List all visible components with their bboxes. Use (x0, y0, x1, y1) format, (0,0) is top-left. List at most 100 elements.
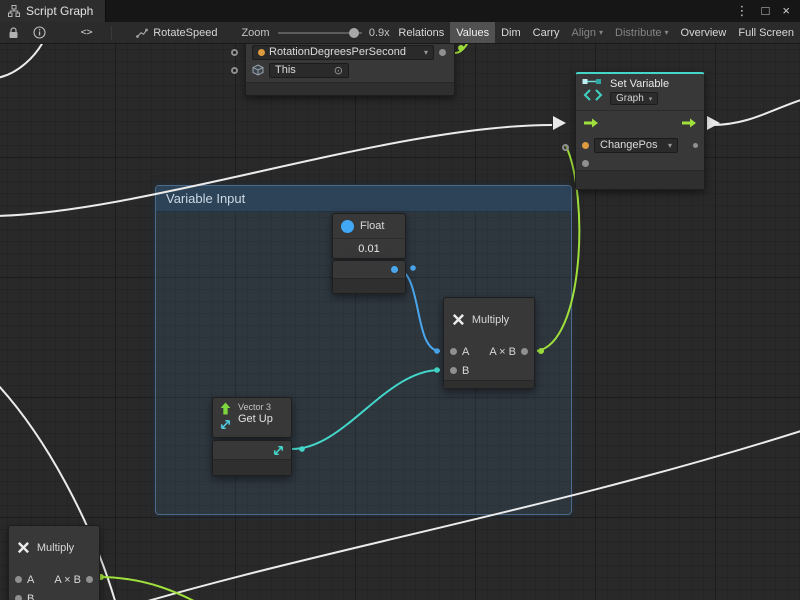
port-b-in[interactable] (15, 595, 22, 600)
flow-arrow-out[interactable] (707, 116, 720, 130)
port-value-left[interactable] (231, 49, 238, 56)
graph-asset[interactable]: RotateSpeed (136, 27, 217, 39)
port-a-label: A (27, 574, 34, 586)
node-title: Get Up (238, 413, 273, 425)
variable-dot (582, 142, 589, 149)
port-value-out[interactable] (693, 143, 698, 148)
node-title: Float (360, 220, 384, 232)
target-field[interactable]: This ⊙ (269, 63, 349, 78)
port-a-in[interactable] (450, 348, 457, 355)
window-controls: ⋮ □ × (736, 0, 800, 22)
node-footer (246, 82, 454, 95)
variable-dot (258, 49, 265, 56)
node-get-variable[interactable]: RotationDegreesPerSecond ▾ This ⊙ (245, 44, 455, 96)
values-button[interactable]: Values (450, 22, 495, 44)
node-vector3-get-up[interactable]: Vector 3 Get Up (212, 397, 292, 438)
variable-name: ChangePos (600, 139, 658, 151)
close-icon[interactable]: × (782, 0, 790, 22)
scope-dropdown[interactable]: Graph ▾ (610, 92, 658, 105)
node-title: Set Variable (610, 78, 669, 90)
flow-in-arrow-icon[interactable] (583, 117, 599, 129)
up-arrow-icon (219, 402, 232, 415)
port-a-in[interactable] (15, 576, 22, 583)
info-icon[interactable] (29, 22, 50, 44)
maximize-icon[interactable]: □ (762, 0, 770, 22)
port-target-left[interactable] (231, 67, 238, 74)
zoom-label: Zoom (241, 27, 269, 39)
group-title: Variable Input (166, 191, 245, 206)
float-type-icon (341, 220, 354, 233)
target-label: This (275, 64, 296, 76)
node-multiply[interactable]: × Multiply A A × B B (443, 297, 535, 389)
port-result-label: A × B (54, 574, 81, 586)
multiply-icon: × (452, 309, 465, 331)
script-graph-icon (8, 5, 20, 17)
float-value-field[interactable]: 0.01 (333, 239, 405, 258)
port-b-label: B (27, 593, 34, 600)
flow-arrow-in[interactable] (553, 116, 566, 130)
graph-asset-name: RotateSpeed (153, 27, 217, 39)
object-picker-icon[interactable]: ⊙ (334, 64, 343, 77)
node-float[interactable]: Float 0.01 (332, 213, 406, 259)
port-result-label: A × B (489, 346, 516, 358)
port-b-label: B (462, 365, 469, 377)
lock-icon[interactable] (4, 22, 23, 44)
toolbar-separator (111, 26, 112, 40)
carry-button[interactable]: Carry (527, 22, 566, 44)
align-button[interactable]: Align▾ (566, 22, 609, 44)
fullscreen-button[interactable]: Full Screen (732, 22, 800, 44)
node-title: Multiply (37, 542, 74, 554)
window-title: Script Graph (26, 4, 93, 18)
graph-asset-icon (136, 27, 148, 39)
port-value-out[interactable] (439, 49, 446, 56)
node-footer (444, 380, 534, 388)
zoom-slider[interactable] (278, 28, 362, 38)
variable-dropdown[interactable]: RotationDegreesPerSecond ▾ (252, 45, 434, 60)
node-type-label: Vector 3 (238, 402, 273, 412)
flow-out-arrow-icon[interactable] (681, 117, 697, 129)
node-float-ports[interactable] (332, 260, 406, 294)
port-float-out[interactable] (391, 266, 398, 273)
zoom-value: 0.9x (369, 27, 393, 39)
node-set-variable[interactable]: Set Variable Graph ▾ ChangePos ▾ (575, 72, 705, 190)
scope-label: Graph (616, 93, 644, 104)
node-multiply-2[interactable]: × Multiply A A × B B (8, 525, 100, 600)
port-b-in[interactable] (450, 367, 457, 374)
group-header[interactable]: Variable Input (156, 186, 571, 212)
port-changepos-in[interactable] (562, 144, 569, 151)
title-bar: Script Graph ⋮ □ × (0, 0, 800, 22)
node-title: Multiply (472, 314, 509, 326)
wire-getvariable-out (455, 44, 473, 53)
graph-canvas[interactable]: Variable Input (0, 44, 800, 600)
cube-icon (252, 64, 264, 76)
menu-kebab-icon[interactable]: ⋮ (736, 0, 749, 22)
port-a-label: A (462, 346, 469, 358)
chevron-down-icon: ▾ (649, 95, 653, 103)
port-vector3-out[interactable] (272, 444, 285, 457)
node-vector3-ports[interactable] (212, 440, 292, 476)
wire-cap (458, 45, 464, 51)
window-tab[interactable]: Script Graph (0, 0, 106, 22)
chevron-down-icon: ▾ (665, 28, 669, 37)
code-view-button[interactable]: <> (64, 22, 109, 44)
relations-button[interactable]: Relations (392, 22, 450, 44)
variable-name: RotationDegreesPerSecond (269, 46, 406, 58)
changepos-dropdown[interactable]: ChangePos ▾ (594, 138, 678, 153)
node-footer (333, 278, 405, 293)
node-footer (576, 170, 704, 189)
chevron-down-icon: ▾ (599, 28, 603, 37)
set-variable-icon (582, 78, 604, 104)
node-footer (213, 459, 291, 475)
zoom-slider-knob[interactable] (349, 28, 359, 38)
chevron-down-icon: ▾ (424, 48, 428, 57)
multiply-icon: × (17, 537, 30, 559)
port-result-out[interactable] (521, 348, 528, 355)
overview-button[interactable]: Overview (675, 22, 733, 44)
chevron-down-icon: ▾ (668, 141, 672, 150)
port-extra[interactable] (582, 160, 589, 167)
distribute-button[interactable]: Distribute▾ (609, 22, 674, 44)
wire-multiply2-out (98, 577, 214, 600)
port-result-out[interactable] (86, 576, 93, 583)
wire-flow-out (712, 99, 800, 125)
dim-button[interactable]: Dim (495, 22, 527, 44)
